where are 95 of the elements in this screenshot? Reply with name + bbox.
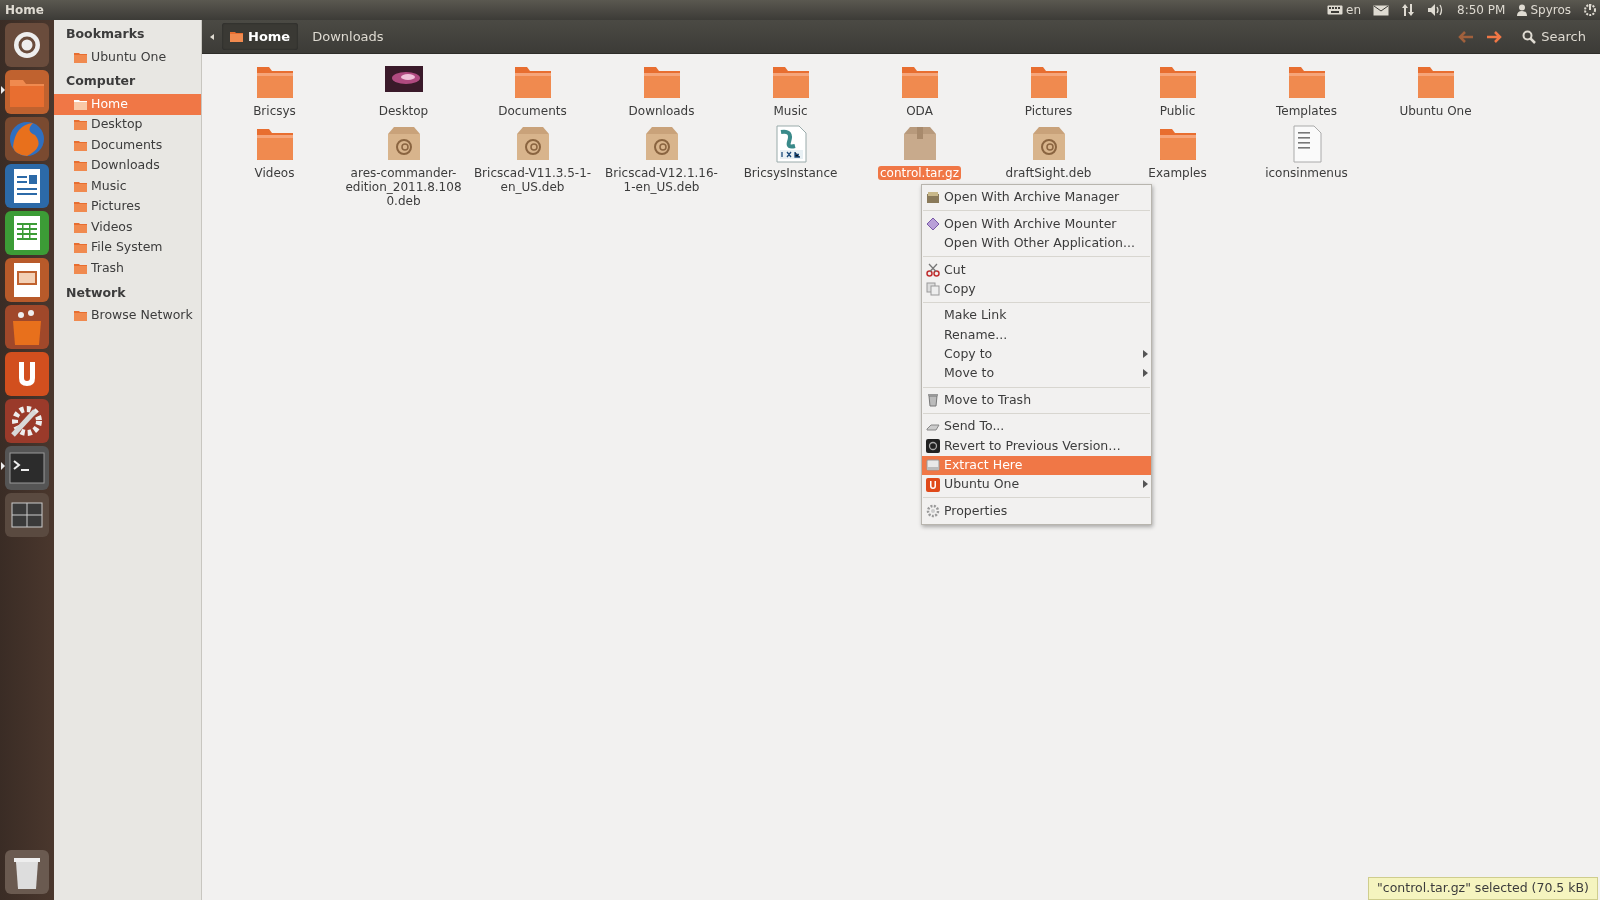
menu-item[interactable]: Open With Archive Manager <box>922 188 1151 208</box>
submenu-arrow-icon <box>1143 349 1148 358</box>
menu-item[interactable]: Make Link <box>922 305 1151 326</box>
file-name[interactable]: Music <box>771 104 810 118</box>
sidebar-item[interactable]: Browse Network <box>54 305 201 326</box>
breadcrumb-button[interactable]: Downloads <box>304 22 392 51</box>
folder-icon <box>74 180 87 192</box>
menu-item[interactable]: Open With Archive Mounter <box>922 214 1151 234</box>
file-name[interactable]: ODA <box>904 104 935 118</box>
file-name[interactable]: Videos <box>252 166 297 180</box>
dash-icon[interactable] <box>5 23 49 67</box>
folder-icon <box>74 98 87 110</box>
forward-arrow-icon[interactable] <box>1486 30 1503 43</box>
workspaces-icon[interactable] <box>5 493 49 537</box>
file-name[interactable]: Desktop <box>376 104 431 118</box>
sidebar-item[interactable]: Desktop <box>54 114 201 135</box>
file-name[interactable]: Public <box>1157 104 1198 118</box>
section-heading: Network <box>65 283 127 302</box>
archive-icon <box>926 190 940 205</box>
keyboard-layout-label[interactable]: en <box>1346 1 1362 19</box>
window-title: Home <box>4 2 44 19</box>
menu-item[interactable]: Copy <box>922 279 1151 299</box>
status-label: "control.tar.gz" selected (70.5 kB) <box>1368 877 1598 900</box>
submenu-arrow-icon <box>1143 480 1148 489</box>
file-name[interactable]: iconsinmenus <box>1263 166 1350 180</box>
file-name[interactable]: Downloads <box>626 104 697 118</box>
menu-item[interactable]: Send To... <box>922 416 1151 437</box>
sidebar-item[interactable]: Ubuntu One <box>54 46 201 68</box>
menu-item[interactable]: Revert to Previous Version… <box>922 436 1151 456</box>
copy-icon <box>926 282 940 297</box>
section-heading: Computer <box>65 72 137 91</box>
sidebar-item[interactable]: Documents <box>54 135 201 156</box>
breadcrumb-button[interactable]: Home <box>222 22 299 51</box>
sidebar-item[interactable]: Music <box>54 176 201 197</box>
user-icon <box>1517 4 1528 16</box>
gear-icon <box>926 504 940 519</box>
file-name[interactable]: Bricscad-V11.3.5-1-en_US.deb <box>471 166 594 194</box>
file-name[interactable]: Documents <box>496 104 569 118</box>
power-gear-icon[interactable] <box>1583 3 1597 17</box>
folder-icon <box>74 221 87 233</box>
folder-icon <box>74 242 87 254</box>
sidebar-item[interactable]: Trash <box>54 258 201 279</box>
folder-icon <box>74 139 87 151</box>
search-icon <box>1522 29 1537 44</box>
trash-icon[interactable] <box>5 850 49 894</box>
mail-icon[interactable] <box>1373 4 1390 16</box>
section-heading: Bookmarks <box>65 25 146 43</box>
menu-item[interactable]: Rename... <box>922 325 1151 345</box>
back-arrow-icon[interactable] <box>208 32 216 41</box>
folder-icon <box>74 51 87 63</box>
sidebar-item[interactable]: File System <box>54 237 201 258</box>
file-name[interactable]: BricsysInstance <box>741 166 840 180</box>
file-name[interactable]: Pictures <box>1022 104 1075 118</box>
menu-item[interactable]: Properties <box>922 501 1151 521</box>
menu-item[interactable]: Ubuntu One <box>922 475 1151 495</box>
folder-icon <box>74 201 87 213</box>
keyboard-icon <box>1327 5 1344 15</box>
file-name[interactable]: ares-commander-edition_2011.8.1080.deb <box>342 166 465 208</box>
u-logo-icon[interactable] <box>5 352 49 396</box>
file-name[interactable]: draftSight.deb <box>1003 166 1094 180</box>
file-name[interactable]: Bricsys <box>251 104 298 118</box>
menu-item[interactable]: Cut <box>922 260 1151 280</box>
diamond-icon <box>926 217 940 232</box>
folder-icon <box>74 310 87 321</box>
folder-icon <box>74 119 87 131</box>
scissors-icon <box>926 262 940 277</box>
folder-icon <box>74 262 87 274</box>
menu-item[interactable]: Copy to <box>922 344 1151 365</box>
wrench-gear-icon[interactable] <box>5 399 49 443</box>
terminal-icon[interactable] <box>5 446 49 490</box>
clock-label[interactable]: 8:50 PM <box>1457 1 1506 19</box>
u-logo-icon <box>926 477 940 492</box>
folder-icon <box>230 31 243 42</box>
trash-icon <box>926 393 940 408</box>
folder-icon <box>74 160 87 172</box>
menu-item[interactable]: Move to Trash <box>922 390 1151 410</box>
file-name[interactable]: Bricscad-V12.1.16-1-en_US.deb <box>600 166 723 194</box>
file-name[interactable]: Ubuntu One <box>1397 104 1474 118</box>
presentation-icon[interactable] <box>5 258 49 302</box>
drive-icon <box>926 458 940 473</box>
search-button[interactable]: Search <box>1514 22 1594 51</box>
network-arrows-icon[interactable] <box>1401 3 1416 17</box>
clock-icon <box>926 439 940 453</box>
sidebar-item[interactable]: Downloads <box>54 155 201 176</box>
spreadsheet-icon[interactable] <box>5 211 49 255</box>
sidebar-item[interactable]: Pictures <box>54 196 201 217</box>
submenu-arrow-icon <box>1143 369 1148 378</box>
file-name[interactable]: Examples <box>1146 166 1209 180</box>
menu-item[interactable]: Open With Other Application... <box>922 233 1151 254</box>
document-icon[interactable] <box>5 164 49 208</box>
shopping-bag-icon[interactable] <box>5 305 49 349</box>
sidebar-item[interactable]: Videos <box>54 217 201 238</box>
menu-item[interactable]: Move to <box>922 364 1151 384</box>
user-name[interactable]: Spyros <box>1530 1 1571 19</box>
file-name[interactable]: Templates <box>1274 104 1339 118</box>
